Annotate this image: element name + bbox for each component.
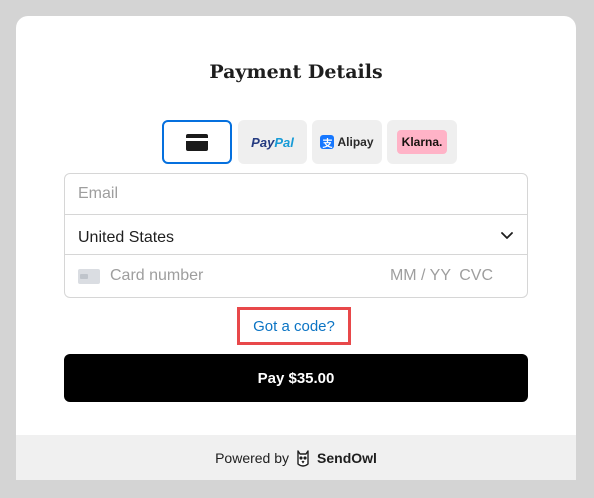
country-select[interactable]: United States [65, 215, 527, 255]
powered-by-label: Powered by [215, 449, 290, 466]
card-number-field[interactable]: Card number MM / YY CVC [65, 255, 527, 297]
got-a-code-link[interactable]: Got a code? [253, 318, 335, 335]
sendowl-owl-icon [297, 449, 309, 467]
cvc-field[interactable]: CVC [459, 267, 493, 285]
chevron-down-icon [501, 232, 513, 239]
klarna-logo: Klarna. [396, 130, 448, 154]
payment-method-alipay-tab[interactable]: 支 Alipay [312, 120, 382, 164]
payment-method-card-tab[interactable] [162, 120, 232, 164]
alipay-logo: 支 Alipay [320, 135, 374, 150]
payment-form-fields: Email United States Card number MM / YY … [64, 173, 528, 298]
coupon-highlight-box: Got a code? [237, 307, 351, 345]
email-field[interactable]: Email [65, 174, 527, 215]
pay-button[interactable]: Pay $35.00 [64, 354, 528, 402]
payment-method-paypal-tab[interactable]: PayPal [238, 120, 307, 164]
alipay-icon: 支 [320, 135, 335, 150]
page-title: Payment Details [209, 61, 383, 83]
card-brand-icon [78, 268, 100, 284]
paypal-logo: PayPal [251, 134, 294, 150]
payment-method-klarna-tab[interactable]: Klarna. [387, 120, 457, 164]
credit-card-icon [186, 133, 208, 151]
sendowl-brand: SendOwl [317, 449, 377, 466]
email-placeholder: Email [78, 185, 119, 202]
expiry-field[interactable]: MM / YY [390, 267, 451, 285]
footer: Powered by SendOwl [16, 435, 576, 480]
country-value: United States [78, 228, 175, 246]
card-number-placeholder: Card number [110, 267, 204, 284]
